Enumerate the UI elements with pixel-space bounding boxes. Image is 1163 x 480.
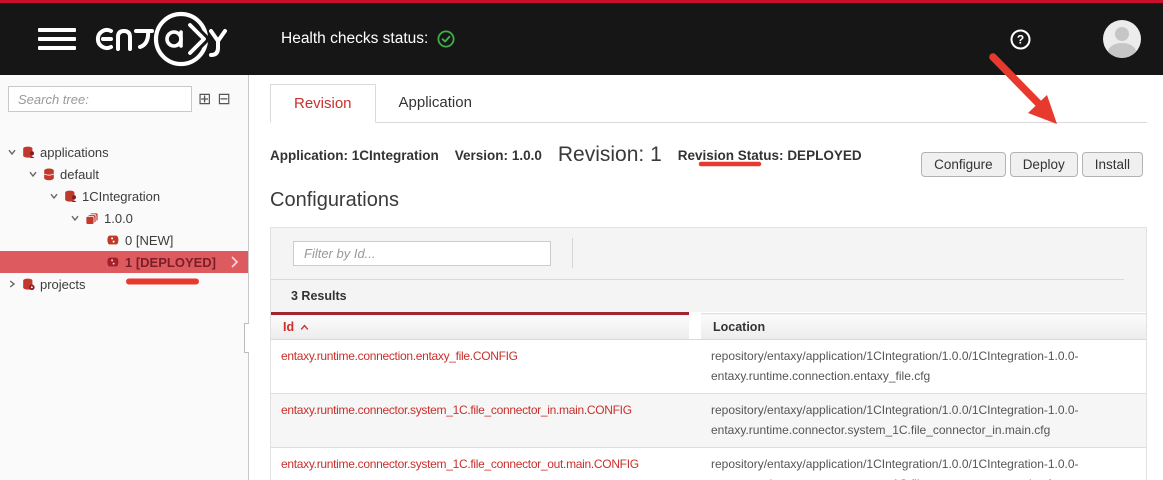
config-location: repository/entaxy/application/1CIntegrat… <box>701 393 1146 448</box>
tree-item-version-1-0-0[interactable]: 1.0.0 <box>0 207 248 229</box>
db-user-icon <box>22 146 35 159</box>
config-id-link[interactable]: entaxy.runtime.connection.entaxy_file.CO… <box>271 339 689 394</box>
column-header-id[interactable]: Id <box>271 312 689 340</box>
tree-item-revision-0-new[interactable]: 0 [NEW] <box>0 229 248 251</box>
svg-text:?: ? <box>1017 32 1024 46</box>
action-buttons: Configure Deploy Install <box>921 152 1143 177</box>
configurations-panel: 3 Results Id Location <box>270 227 1147 480</box>
deploy-button[interactable]: Deploy <box>1009 152 1078 177</box>
sidebar-tree-panel: ⊞ ⊟ applications <box>0 75 248 480</box>
revision-number-info: Revision: 1 <box>557 143 662 166</box>
help-icon[interactable]: ? <box>1010 29 1031 50</box>
application-info: Application: 1CIntegration <box>270 147 439 163</box>
tree-item-label: 1CIntegration <box>82 188 161 204</box>
navigation-tree: applications default 1CIntegration 1.0.0… <box>0 141 248 295</box>
tree-search-input[interactable] <box>8 86 192 112</box>
config-location: repository/entaxy/application/1CIntegrat… <box>701 447 1146 480</box>
tree-item-label: applications <box>40 144 109 160</box>
tree-item-label: 1 [DEPLOYED] <box>125 254 217 270</box>
tree-item-applications[interactable]: applications <box>0 141 248 163</box>
tree-item-default[interactable]: default <box>0 163 248 185</box>
chevron-right-icon <box>231 256 239 268</box>
health-checks-label: Health checks status: <box>281 30 429 47</box>
chevron-down-icon[interactable] <box>28 169 38 179</box>
app-window: Health checks status: ? ⊞ ⊟ <box>0 0 1163 480</box>
tree-item-label: 0 [NEW] <box>125 232 174 248</box>
table-row: entaxy.runtime.connector.system_1C.file_… <box>271 393 1146 448</box>
database-icon <box>43 168 55 181</box>
version-info: Version: 1.0.0 <box>454 147 542 163</box>
chevron-down-icon[interactable] <box>49 191 59 201</box>
tree-item-label: default <box>60 166 100 182</box>
tree-item-projects[interactable]: projects <box>0 273 248 295</box>
hamburger-menu-icon[interactable] <box>38 28 76 50</box>
status-ok-icon <box>437 30 455 48</box>
config-id-link[interactable]: entaxy.runtime.connector.system_1C.file_… <box>271 447 689 480</box>
results-count: 3 Results <box>291 289 347 303</box>
revision-status-value: DEPLOYED <box>787 147 862 163</box>
table-row: entaxy.runtime.connection.entaxy_file.CO… <box>271 339 1146 394</box>
chevron-right-icon[interactable] <box>7 279 17 289</box>
column-header-location[interactable]: Location <box>701 313 1146 340</box>
config-id-link[interactable]: entaxy.runtime.connector.system_1C.file_… <box>271 393 689 448</box>
main-content: Revision Application Configure Deploy In… <box>249 75 1163 480</box>
tab-bar: Revision Application <box>270 84 1147 123</box>
chevron-down-icon[interactable] <box>7 147 17 157</box>
configure-button[interactable]: Configure <box>921 152 1006 177</box>
user-avatar[interactable] <box>1103 20 1141 58</box>
toolbar-divider <box>572 238 573 268</box>
table-row: entaxy.runtime.connector.system_1C.file_… <box>271 447 1146 480</box>
entaxy-logo <box>95 11 227 67</box>
configurations-table: Id Location entaxy.runtime.connection.en… <box>271 312 1146 480</box>
revision-icon <box>106 234 120 246</box>
config-location: repository/entaxy/application/1CIntegrat… <box>701 339 1146 394</box>
tree-item-label: 1.0.0 <box>104 210 133 226</box>
tree-item-label: projects <box>40 276 86 292</box>
tab-application[interactable]: Application <box>376 84 495 122</box>
install-button[interactable]: Install <box>1081 152 1143 177</box>
chevron-down-icon[interactable] <box>70 213 80 223</box>
db-gear-icon <box>22 278 35 291</box>
tab-revision[interactable]: Revision <box>270 84 376 123</box>
tree-item-revision-1-deployed[interactable]: 1 [DEPLOYED] <box>0 251 248 273</box>
db-user-icon <box>64 190 77 203</box>
versions-stack-icon <box>85 212 99 225</box>
column-gap <box>689 313 701 340</box>
revision-icon <box>106 256 120 268</box>
filter-by-id-input[interactable] <box>293 240 551 266</box>
configurations-title: Configurations <box>270 189 399 211</box>
revision-status-info: Revision Status: DEPLOYED <box>677 147 862 163</box>
health-checks-status: Health checks status: <box>281 30 455 48</box>
tree-item-1cintegration[interactable]: 1CIntegration <box>0 185 248 207</box>
top-header: Health checks status: ? <box>0 0 1163 75</box>
expand-all-icon[interactable]: ⊞ <box>198 91 211 107</box>
sort-asc-icon <box>300 320 309 334</box>
collapse-all-icon[interactable]: ⊟ <box>217 91 230 107</box>
